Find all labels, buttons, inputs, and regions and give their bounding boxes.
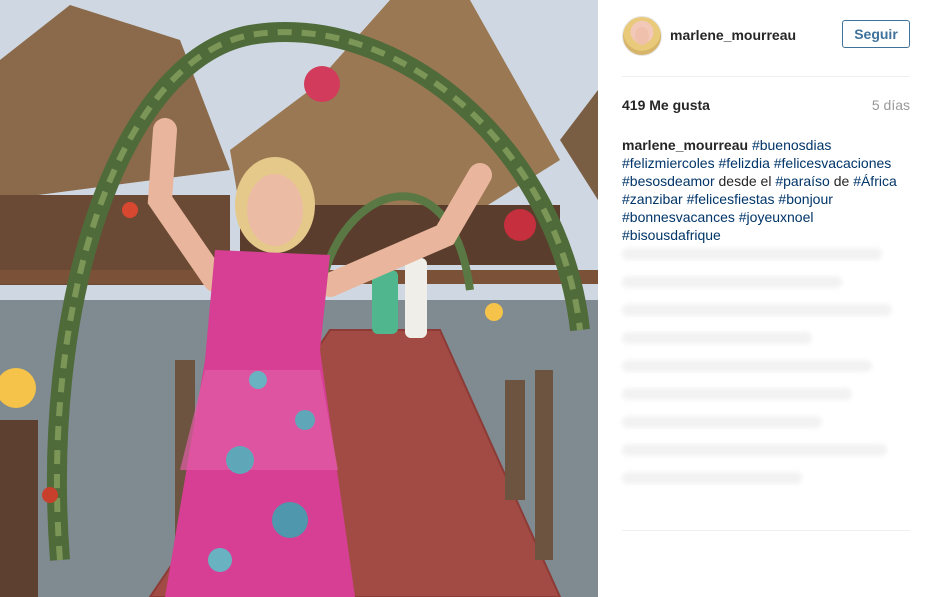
- hashtag-link[interactable]: #bonjour: [778, 191, 833, 207]
- hashtag-link[interactable]: #besosdeamor: [622, 173, 715, 189]
- caption-text: de: [829, 173, 854, 189]
- hashtag-link[interactable]: #bonnesvacances: [622, 209, 735, 225]
- photo-illustration: [0, 0, 598, 597]
- caption-username[interactable]: marlene_mourreau: [622, 137, 748, 153]
- header-divider: [622, 76, 910, 77]
- post-header: marlene_mourreau Seguir: [622, 16, 910, 58]
- hashtag-link[interactable]: #felizmiercoles: [622, 155, 715, 171]
- post-photo[interactable]: [0, 0, 598, 597]
- hashtag-link[interactable]: #paraíso: [775, 173, 829, 189]
- post-stats: 419 Me gusta 5 días: [622, 97, 910, 117]
- post-sidebar: marlene_mourreau Seguir 419 Me gusta 5 d…: [598, 0, 932, 597]
- hashtag-link[interactable]: #África: [853, 173, 897, 189]
- like-count[interactable]: 419 Me gusta: [622, 97, 710, 113]
- hashtag-link[interactable]: #felicesfiestas: [687, 191, 775, 207]
- profile-avatar[interactable]: [622, 16, 662, 56]
- hashtag-link[interactable]: #joyeuxnoel: [739, 209, 814, 225]
- comment-divider: [622, 530, 910, 531]
- post-username[interactable]: marlene_mourreau: [670, 27, 796, 43]
- hashtag-link[interactable]: #zanzibar: [622, 191, 683, 207]
- follow-button[interactable]: Seguir: [842, 20, 910, 48]
- post-caption: marlene_mourreau #buenosdias #felizmierc…: [622, 136, 914, 244]
- hashtag-link[interactable]: #felizdia: [718, 155, 769, 171]
- hashtag-link[interactable]: #buenosdias: [752, 137, 831, 153]
- hashtag-link[interactable]: #bisousdafrique: [622, 227, 721, 243]
- comments-area: [622, 248, 910, 536]
- caption-text: desde el: [714, 173, 776, 189]
- post-age[interactable]: 5 días: [872, 97, 910, 113]
- hashtag-link[interactable]: #felicesvacaciones: [774, 155, 892, 171]
